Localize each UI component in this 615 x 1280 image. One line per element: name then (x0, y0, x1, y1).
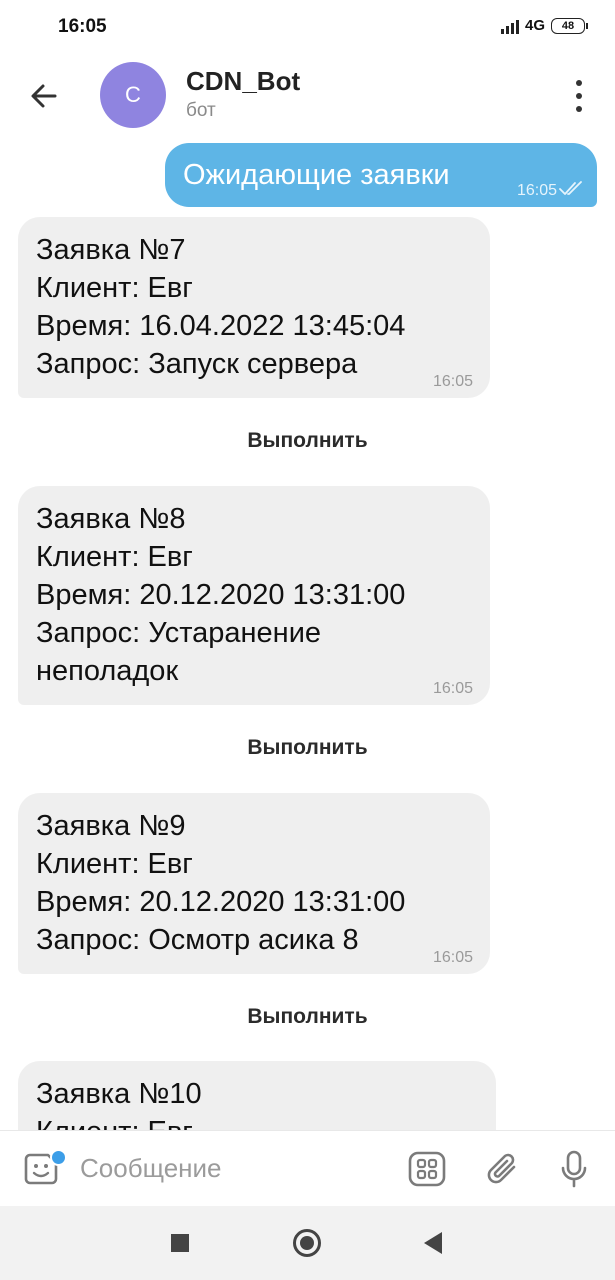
message-text: Ожидающие заявки (183, 159, 450, 191)
message-text: Заявка №9 Клиент: Евг Время: 20.12.2020 … (36, 810, 406, 956)
outgoing-message[interactable]: Ожидающие заявки 16:05 (165, 143, 597, 207)
message-text: Заявка №10 Клиент: Евг (36, 1078, 202, 1130)
notification-dot-icon (50, 1149, 67, 1166)
message-text: Заявка №7 Клиент: Евг Время: 16.04.2022 … (36, 234, 406, 380)
recents-icon[interactable] (171, 1234, 189, 1252)
more-menu-icon[interactable] (571, 80, 587, 112)
bot-commands-icon[interactable] (408, 1151, 446, 1187)
message-composer: Сообщение (0, 1130, 615, 1207)
back-arrow-icon[interactable] (28, 80, 60, 112)
chat-title[interactable]: CDN_Bot (186, 66, 300, 97)
attach-icon[interactable] (484, 1149, 522, 1189)
execute-button[interactable]: Выполнить (0, 736, 615, 760)
status-time: 16:05 (58, 16, 107, 37)
execute-button[interactable]: Выполнить (0, 1005, 615, 1029)
microphone-icon[interactable] (558, 1149, 590, 1189)
signal-icon (500, 18, 519, 34)
home-icon[interactable] (293, 1229, 321, 1257)
chat-header: C CDN_Bot бот (0, 56, 615, 141)
system-nav-bar (0, 1206, 615, 1280)
status-icons: 4G 48 (500, 17, 588, 34)
back-triangle-icon[interactable] (424, 1232, 442, 1254)
execute-button[interactable]: Выполнить (0, 429, 615, 453)
message-time: 16:05 (432, 373, 473, 390)
chat-subtitle: бот (186, 100, 216, 121)
message-text: Заявка №8 Клиент: Евг Время: 20.12.2020 … (36, 503, 406, 687)
battery-icon: 48 (551, 17, 588, 34)
status-bar: 16:05 4G 48 (0, 0, 615, 56)
request-message[interactable]: Заявка №8 Клиент: Евг Время: 20.12.2020 … (18, 486, 490, 705)
network-type: 4G (524, 17, 545, 34)
request-message[interactable]: Заявка №9 Клиент: Евг Время: 20.12.2020 … (18, 793, 490, 974)
message-time: 16:05 (516, 182, 557, 199)
avatar[interactable]: C (100, 62, 166, 128)
message-time: 16:05 (432, 680, 473, 697)
request-message[interactable]: Заявка №7 Клиент: Евг Время: 16.04.2022 … (18, 217, 490, 398)
message-list[interactable]: Ожидающие заявки 16:05 Заявка №7 Клиент:… (0, 140, 615, 1130)
message-input[interactable]: Сообщение (80, 1153, 222, 1184)
message-time: 16:05 (432, 949, 473, 966)
request-message[interactable]: Заявка №10 Клиент: Евг (18, 1061, 496, 1130)
read-checkmarks-icon (559, 181, 582, 195)
